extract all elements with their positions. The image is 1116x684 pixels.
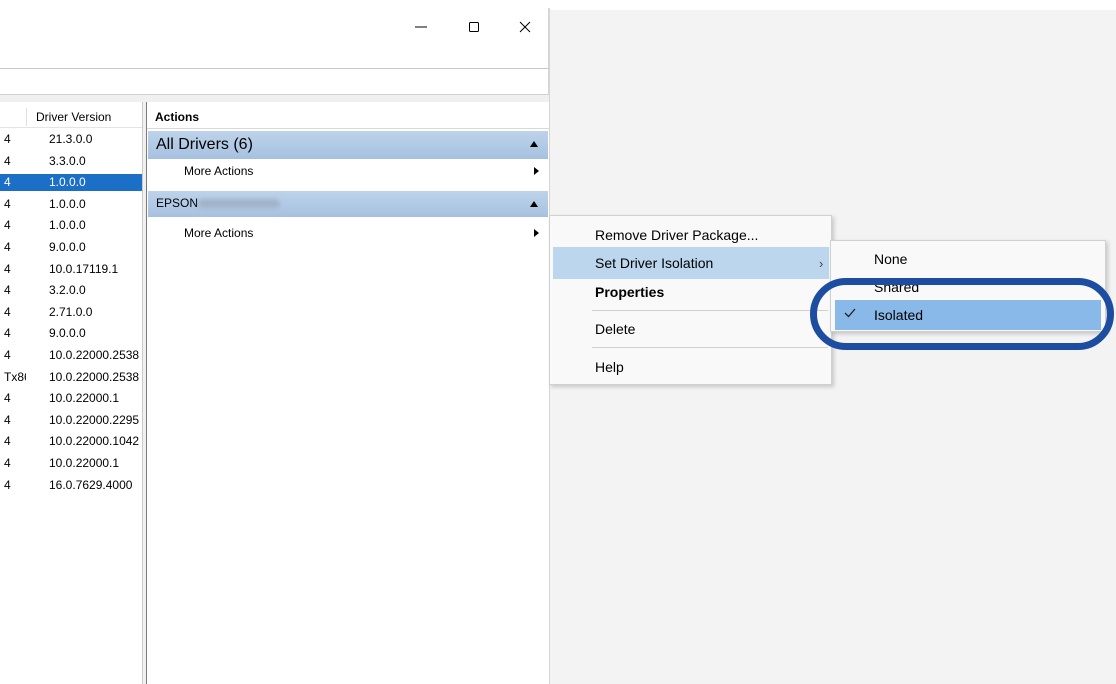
- column-separator[interactable]: [26, 108, 27, 126]
- menu-item-delete[interactable]: Delete: [553, 313, 829, 345]
- redacted-model-name: [198, 199, 280, 208]
- collapse-icon[interactable]: [530, 201, 538, 207]
- row-platform-cell: 4: [4, 478, 11, 492]
- row-driver-version-cell: 10.0.22000.2295: [49, 413, 140, 427]
- row-driver-version-cell: 10.0.22000.2538: [49, 370, 140, 384]
- isolation-option-none[interactable]: None: [835, 244, 1101, 274]
- row-driver-version-cell: 10.0.17119.1: [49, 262, 119, 276]
- chevron-right-icon: ›: [819, 256, 824, 271]
- column-header-row: Driver Version: [0, 106, 142, 128]
- row-driver-version-cell: 1.0.0.0: [49, 175, 86, 189]
- submenu-arrow-icon: [534, 229, 539, 237]
- menu-item-set-driver-isolation[interactable]: Set Driver Isolation ›: [553, 247, 829, 279]
- row-platform-cell: 4: [4, 456, 11, 470]
- row-platform-cell: 4: [4, 132, 11, 146]
- row-driver-version-cell: 10.0.22000.1: [49, 391, 120, 405]
- submenu-arrow-icon: [534, 167, 539, 175]
- row-driver-version-cell: 21.3.0.0: [49, 132, 93, 146]
- table-row[interactable]: 4 10.0.22000.1: [0, 455, 142, 472]
- row-driver-version-cell: 9.0.0.0: [49, 240, 86, 254]
- option-label: None: [874, 251, 908, 267]
- menu-item-label: Remove Driver Package...: [595, 227, 759, 243]
- row-platform-cell: 4: [4, 283, 11, 297]
- menu-item-help[interactable]: Help: [553, 351, 829, 383]
- context-menu: Remove Driver Package... Set Driver Isol…: [549, 215, 832, 385]
- table-row[interactable]: 4 9.0.0.0: [0, 325, 142, 342]
- menu-separator: [592, 310, 828, 311]
- column-header-driver-version[interactable]: Driver Version: [36, 110, 111, 124]
- row-platform-cell: 4: [4, 391, 11, 405]
- actions-pane: [147, 102, 549, 684]
- row-driver-version-cell: 3.3.0.0: [49, 154, 86, 168]
- more-actions-all[interactable]: More Actions: [148, 161, 548, 183]
- maximize-button[interactable]: [451, 10, 497, 44]
- menu-separator: [592, 347, 828, 348]
- row-platform-cell: 4: [4, 197, 11, 211]
- row-platform-cell: 4: [4, 218, 11, 232]
- table-row[interactable]: 4 1.0.0.0: [0, 196, 142, 213]
- table-row[interactable]: 4 16.0.7629.4000: [0, 477, 142, 494]
- actions-title: Actions: [147, 107, 549, 129]
- row-platform-cell: 4: [4, 434, 11, 448]
- row-driver-version-cell: 3.2.0.0: [49, 283, 86, 297]
- table-row[interactable]: 4 10.0.22000.1: [0, 390, 142, 407]
- row-platform-cell: 4: [4, 305, 11, 319]
- menu-item-label: Help: [595, 359, 624, 375]
- row-driver-version-cell: 9.0.0.0: [49, 326, 86, 340]
- row-driver-version-cell: 2.71.0.0: [49, 305, 93, 319]
- menu-item-label: Delete: [595, 321, 636, 337]
- annotation-highlight-ring: [810, 278, 1114, 350]
- close-button[interactable]: [502, 10, 548, 44]
- row-platform-cell: 4: [4, 413, 11, 427]
- table-row[interactable]: 4 10.0.22000.1042: [0, 433, 142, 450]
- row-platform-cell: Tx86: [4, 370, 26, 384]
- more-actions-label: More Actions: [184, 226, 254, 240]
- row-platform-cell: 4: [4, 348, 11, 362]
- row-driver-version-cell: 10.0.22000.1: [49, 456, 120, 470]
- row-driver-version-cell: 1.0.0.0: [49, 218, 86, 232]
- group-epson[interactable]: EPSON: [148, 191, 548, 217]
- table-row[interactable]: 4 10.0.22000.2538: [0, 347, 142, 364]
- row-platform-cell: 4: [4, 154, 11, 168]
- group-all-drivers-label: All Drivers (6): [156, 136, 253, 153]
- table-row[interactable]: 4 10.0.22000.2295: [0, 412, 142, 429]
- table-row[interactable]: 4 2.71.0.0: [0, 304, 142, 321]
- table-row[interactable]: 4 3.3.0.0: [0, 153, 142, 170]
- row-platform-cell: 4: [4, 262, 11, 276]
- table-row[interactable]: 4 1.0.0.0: [0, 174, 142, 191]
- menu-item-label: Set Driver Isolation: [595, 255, 714, 271]
- group-all-drivers[interactable]: All Drivers (6): [148, 131, 548, 159]
- table-row[interactable]: 4 1.0.0.0: [0, 217, 142, 234]
- menu-item-label: Properties: [595, 284, 665, 300]
- more-actions-epson[interactable]: More Actions: [148, 223, 548, 245]
- table-row[interactable]: 4 10.0.17119.1: [0, 261, 142, 278]
- row-driver-version-cell: 10.0.22000.1042: [49, 434, 140, 448]
- more-actions-label: More Actions: [184, 164, 254, 178]
- row-platform-cell: 4: [4, 240, 11, 254]
- menu-item-properties[interactable]: Properties: [553, 276, 829, 308]
- table-row[interactable]: 4 3.2.0.0: [0, 282, 142, 299]
- close-icon: [519, 21, 531, 33]
- minimize-button[interactable]: [398, 10, 444, 44]
- row-driver-version-cell: 1.0.0.0: [49, 197, 86, 211]
- pane-top-border: [0, 94, 549, 102]
- row-platform-cell: 4: [4, 175, 11, 189]
- toolbar-separator: [0, 68, 549, 69]
- table-row[interactable]: Tx86 10.0.22000.2538: [0, 369, 142, 386]
- collapse-icon[interactable]: [530, 141, 538, 147]
- row-platform-cell: 4: [4, 326, 11, 340]
- group-epson-label: EPSON: [156, 196, 199, 210]
- row-driver-version-cell: 16.0.7629.4000: [49, 478, 133, 492]
- row-driver-version-cell: 10.0.22000.2538: [49, 348, 140, 362]
- table-row[interactable]: 4 9.0.0.0: [0, 239, 142, 256]
- maximize-icon: [469, 22, 479, 32]
- minimize-icon: [415, 26, 427, 28]
- table-row[interactable]: 4 21.3.0.0: [0, 131, 142, 148]
